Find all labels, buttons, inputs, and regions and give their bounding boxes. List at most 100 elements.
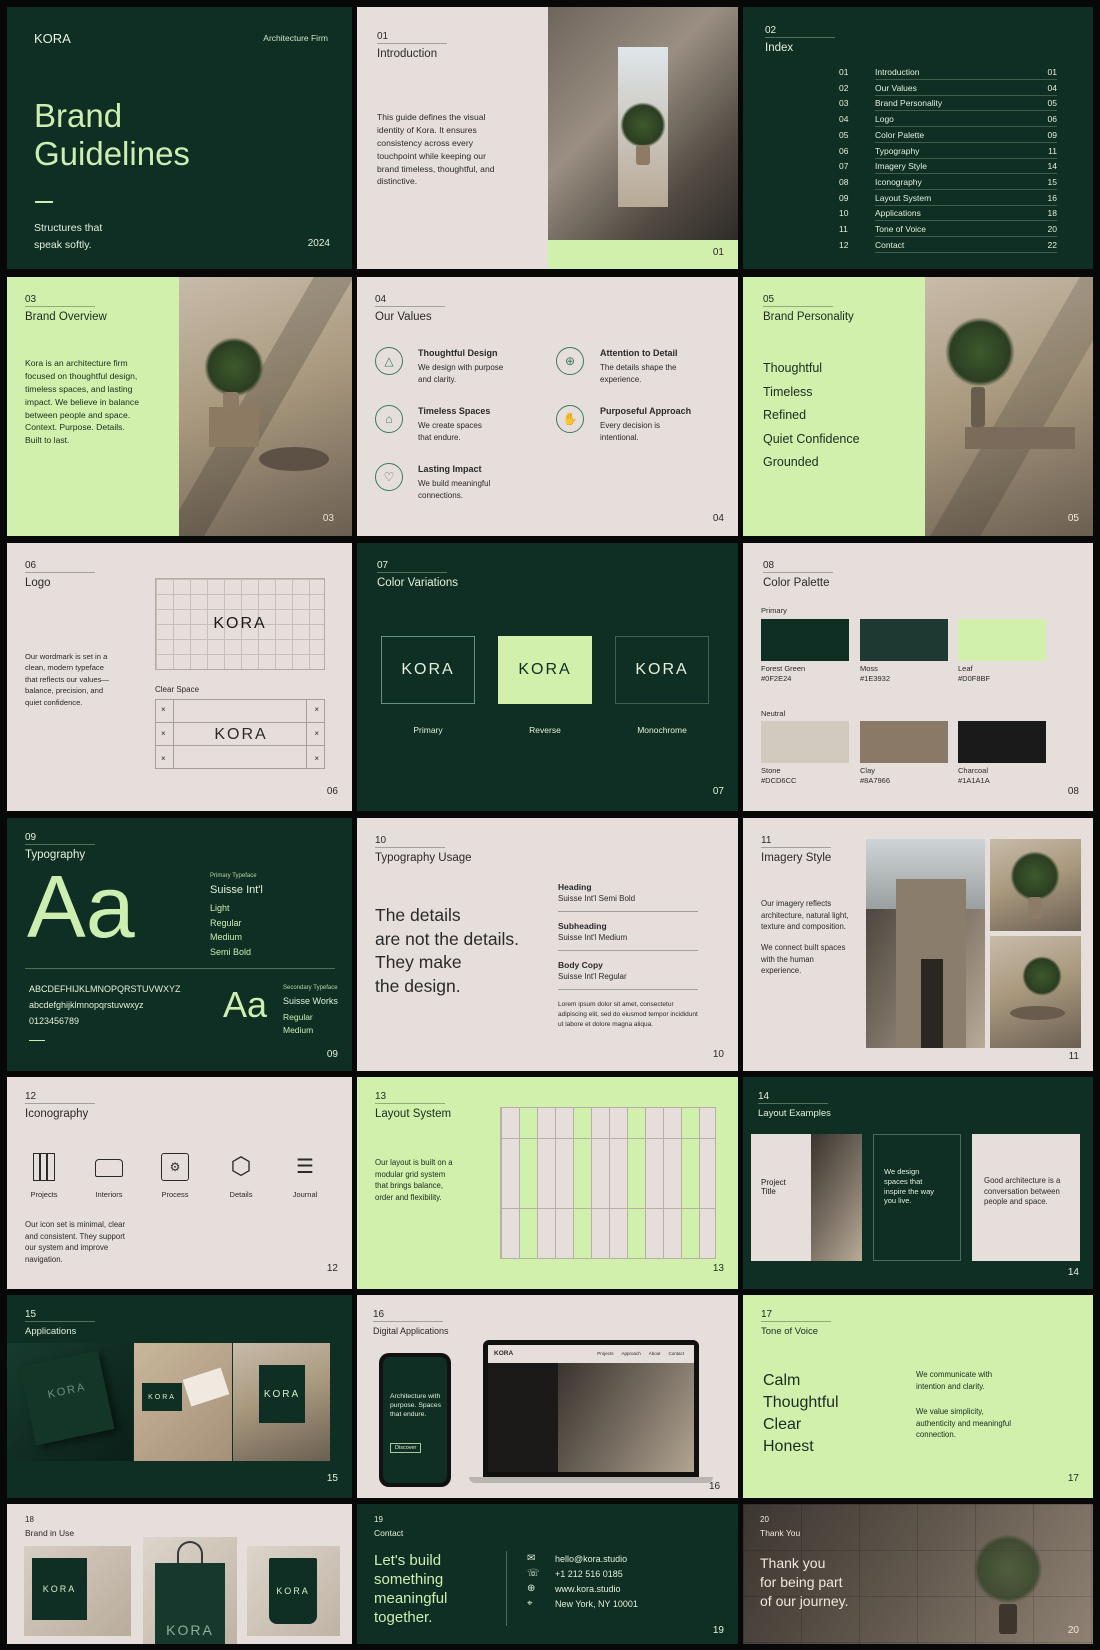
section-number: 07 <box>377 560 389 571</box>
section-title: Contact <box>374 1528 404 1538</box>
contact-phone[interactable]: +1 212 516 0185 <box>555 1569 623 1579</box>
logo-wordmark: KORA <box>214 726 268 743</box>
nav-item[interactable]: Projects <box>597 1351 613 1356</box>
section-number: 13 <box>375 1091 387 1102</box>
intro-footer-band <box>548 240 738 269</box>
index-row[interactable]: 02 Our Values 04 <box>839 83 1057 98</box>
index-rule <box>875 220 1057 222</box>
alphabet-lower: abcdefghijklmnopqrstuvwxyz <box>29 1000 144 1010</box>
index-row[interactable]: 05 Color Palette 09 <box>839 130 1057 145</box>
weight: Medium <box>283 1025 314 1035</box>
value-heading: Timeless Spaces <box>418 406 491 416</box>
details-icon: ⬡ <box>230 1153 252 1180</box>
tote-mockup: KORA <box>143 1537 237 1644</box>
weight: Semi Bold <box>210 946 252 957</box>
phone-cta-button[interactable]: Discover <box>390 1443 422 1453</box>
overview-body-2: Context. Purpose. Details. <box>25 422 125 433</box>
index-label: Our Values <box>875 82 917 93</box>
section-rule <box>375 1103 445 1104</box>
section-number: 16 <box>373 1309 385 1320</box>
headline-line: Thank you <box>760 1555 826 1571</box>
overview-body-1: Kora is an architecture firm focused on … <box>25 358 140 420</box>
swatch-name: Stone <box>761 766 781 775</box>
section-title: Brand in Use <box>25 1528 75 1538</box>
grid-column <box>537 1108 555 1258</box>
swatch-hex: #0F2E24 <box>761 674 792 684</box>
index-rule <box>875 157 1057 159</box>
phone-icon: ☏ <box>527 1568 540 1579</box>
index-row[interactable]: 09 Layout System 16 <box>839 193 1057 208</box>
index-page: 09 <box>1047 129 1057 140</box>
slide-brand-in-use: 18 Brand in Use KORA KORA KORA <box>7 1504 352 1644</box>
section-rule <box>761 1321 831 1322</box>
contact-web[interactable]: www.kora.studio <box>555 1584 621 1594</box>
thank-you-message: Thank you for being part of our journey. <box>760 1554 848 1611</box>
secondary-typeface-label: Secondary Typeface <box>283 985 338 991</box>
index-label: Logo <box>875 114 894 125</box>
section-rule <box>377 43 447 44</box>
section-number: 17 <box>761 1309 773 1320</box>
index-row[interactable]: 07 Imagery Style 14 <box>839 161 1057 176</box>
card-wordmark: KORA <box>142 1383 182 1411</box>
index-row[interactable]: 11 Tone of Voice 20 <box>839 224 1057 239</box>
grid-column <box>555 1108 573 1258</box>
imagery-body: Our imagery reflects architecture, natur… <box>761 898 851 977</box>
primary-typeface-name: Suisse Int'l <box>210 884 263 896</box>
nav-item[interactable]: About <box>649 1351 661 1356</box>
index-number: 03 <box>839 98 849 109</box>
card-photo <box>811 1134 862 1261</box>
cover-subtitle-line-2: speak softly. <box>34 239 92 251</box>
section-title: Logo <box>25 577 51 589</box>
grid-row-line <box>501 1208 715 1209</box>
clear-space-marker: × <box>161 705 166 714</box>
clear-space-marker: × <box>161 754 166 763</box>
index-page: 05 <box>1047 98 1057 109</box>
index-row[interactable]: 03 Brand Personality 05 <box>839 98 1057 113</box>
section-number: 10 <box>375 835 387 846</box>
primary-typeface-label: Primary Typeface <box>210 873 257 879</box>
compass-icon: △ <box>375 347 403 375</box>
plant-pot <box>999 1604 1017 1634</box>
layout-card-1: Project Title <box>751 1134 862 1261</box>
nav-item[interactable]: Contact <box>668 1351 684 1356</box>
quote-line: are not the details. <box>375 928 519 949</box>
section-title: Typography Usage <box>375 852 472 864</box>
index-row[interactable]: 12 Contact 22 <box>839 240 1057 255</box>
trait: Thoughtful <box>763 361 823 375</box>
headline-line: Let's build <box>374 1552 442 1569</box>
index-page: 06 <box>1047 114 1057 125</box>
cup-wordmark: KORA <box>269 1558 317 1624</box>
nav-item[interactable]: Approach <box>621 1351 640 1356</box>
spec-rule <box>558 950 698 951</box>
value-description: Every decision is intentional. <box>600 421 661 442</box>
index-row[interactable]: 06 Typography 11 <box>839 146 1057 161</box>
index-row[interactable]: 04 Logo 06 <box>839 114 1057 129</box>
interior-photo <box>179 277 352 536</box>
swatch-hex: #1E3932 <box>860 674 891 684</box>
laptop-logo: KORA <box>494 1350 514 1357</box>
section-rule <box>758 1103 828 1104</box>
index-row[interactable]: 01 Introduction 01 <box>839 67 1057 82</box>
section-rule <box>25 306 95 307</box>
grid-column <box>609 1108 627 1258</box>
grid-column <box>501 1108 519 1258</box>
type-specimen-small: Aa <box>223 984 268 1025</box>
page-number: 12 <box>326 1263 338 1274</box>
section-number: 15 <box>25 1309 37 1320</box>
headline-line: something <box>374 1571 444 1588</box>
icon-label: Journal <box>292 1190 318 1199</box>
book-mockup: KORA <box>7 1343 133 1461</box>
page-number: 11 <box>1068 1051 1079 1062</box>
index-number: 12 <box>839 239 849 250</box>
index-rule <box>875 204 1057 206</box>
cup-mockup: KORA <box>247 1546 340 1636</box>
index-label: Applications <box>875 208 921 219</box>
location-icon: ⌖ <box>527 1598 533 1609</box>
value-description: The details shape the experience. <box>600 363 677 384</box>
tone-body-2: We value simplicity, authenticity and me… <box>916 1407 1011 1440</box>
index-row[interactable]: 10 Applications 18 <box>839 208 1057 223</box>
index-row[interactable]: 08 Iconography 15 <box>839 177 1057 192</box>
section-title: Digital Applications <box>373 1326 449 1336</box>
clear-space-marker: × <box>161 729 166 738</box>
contact-email[interactable]: hello@kora.studio <box>555 1554 627 1564</box>
